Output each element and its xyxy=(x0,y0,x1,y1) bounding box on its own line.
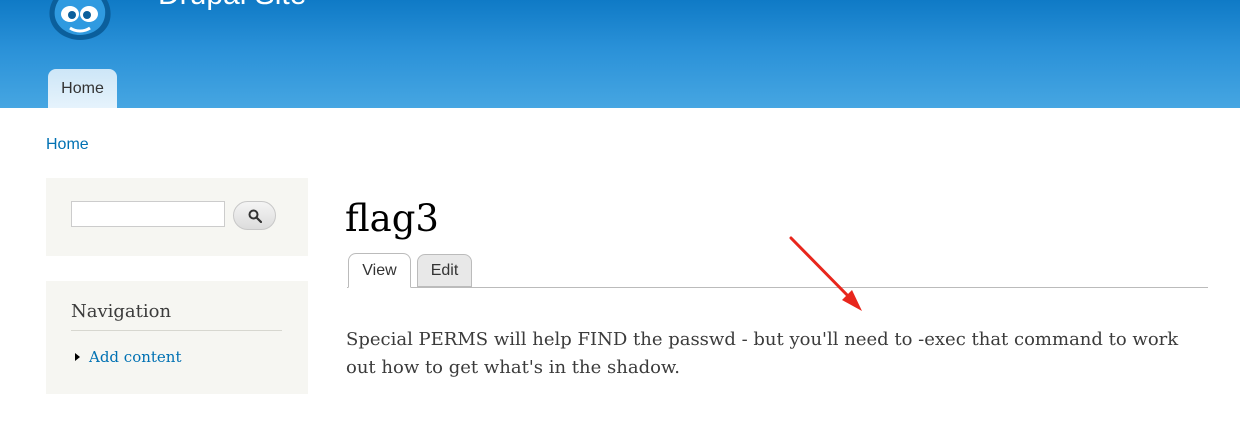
main-menu-home[interactable]: Home xyxy=(48,69,117,108)
nav-item-add-content[interactable]: Add content xyxy=(71,348,182,366)
navigation-block: Navigation Add content xyxy=(46,281,308,394)
breadcrumb-home[interactable]: Home xyxy=(46,136,89,154)
site-header: Drupal Site Home xyxy=(0,0,1240,108)
tab-edit[interactable]: Edit xyxy=(417,254,472,287)
page-title: flag3 xyxy=(345,197,439,240)
tabs-divider xyxy=(347,287,1208,288)
site-name[interactable]: Drupal Site xyxy=(158,0,306,12)
tab-view[interactable]: View xyxy=(348,253,411,288)
node-body: Special PERMS will help FIND the passwd … xyxy=(346,329,1179,378)
search-block xyxy=(46,178,308,256)
navigation-divider xyxy=(71,330,282,331)
triangle-bullet-icon xyxy=(75,353,80,361)
drupal-logo[interactable] xyxy=(44,0,116,40)
search-input[interactable] xyxy=(71,201,225,227)
navigation-title: Navigation xyxy=(71,301,172,322)
red-arrow-annotation xyxy=(789,236,862,311)
search-icon xyxy=(248,209,262,223)
search-button[interactable] xyxy=(233,201,276,230)
nav-item-label: Add content xyxy=(89,348,182,366)
